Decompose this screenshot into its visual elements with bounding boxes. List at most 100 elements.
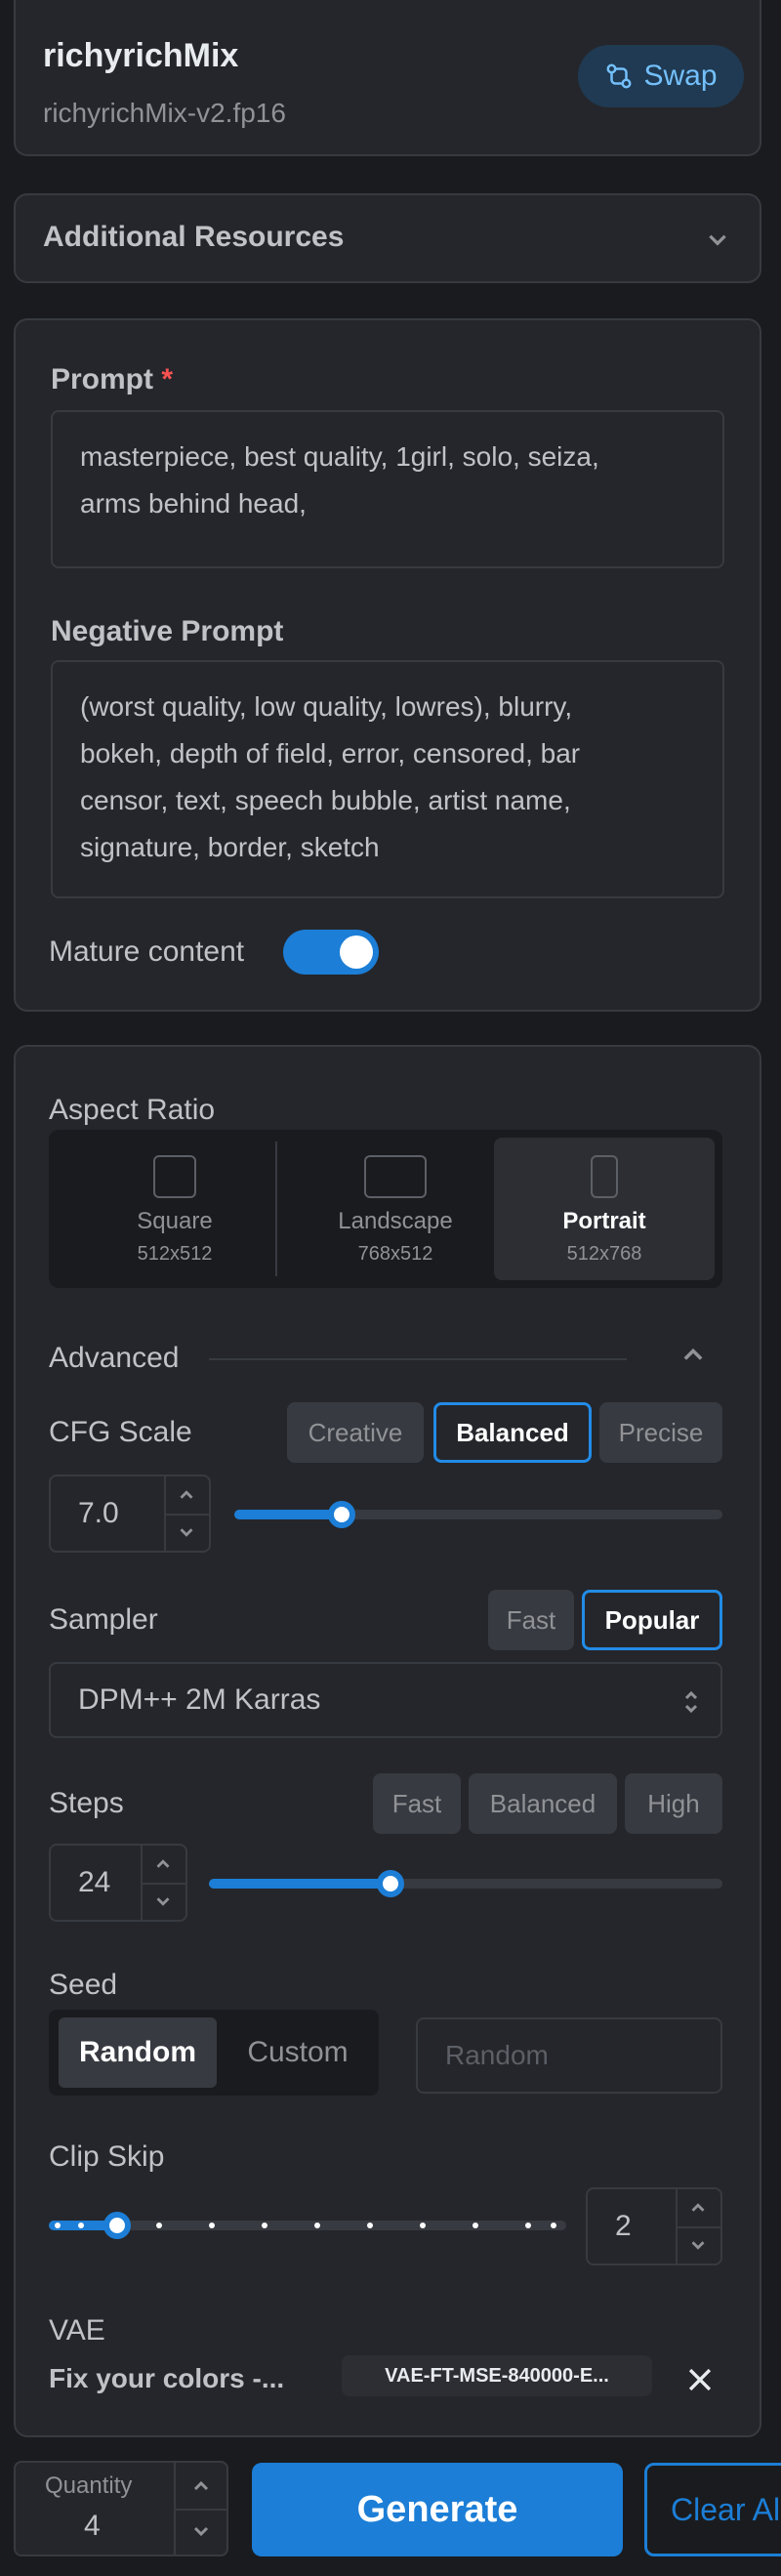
aspect-ratio-size: 512x768 [566,1243,642,1265]
steps-stepper[interactable] [141,1846,185,1920]
slider-mark [367,2223,373,2228]
cfg-preset-balanced[interactable]: Balanced [433,1402,592,1463]
quantity-value: 4 [84,2510,101,2542]
negative-prompt-input[interactable]: (worst quality, low quality, lowres), bl… [51,660,724,898]
slider-mark [156,2223,162,2228]
chevron-up-icon[interactable] [679,1342,707,1369]
slider-mark [209,2223,215,2228]
negative-prompt-line: signature, border, sketch [80,832,380,862]
swap-label: Swap [643,60,718,92]
swap-button[interactable]: Swap [578,45,744,107]
cfg-scale-slider[interactable] [234,1501,722,1528]
sampler-select[interactable]: DPM++ 2M Karras [49,1662,722,1738]
prompt-input[interactable]: masterpiece, best quality, 1girl, solo, … [51,410,724,568]
aspect-ratio-portrait[interactable]: Portrait 512x768 [494,1138,715,1280]
aspect-ratio-size: 768x512 [357,1243,433,1265]
chevron-up-icon[interactable] [189,2474,213,2498]
quantity-stepper[interactable] [174,2463,226,2555]
clear-all-button[interactable]: Clear All [644,2463,781,2556]
steps-preset-fast[interactable]: Fast [373,1773,461,1834]
chevron-up-icon[interactable] [687,2197,709,2219]
slider-thumb[interactable] [103,2212,131,2239]
seed-input[interactable]: Random [416,2017,722,2094]
model-version: richyrichMix-v2.fp16 [43,98,286,128]
clip-skip-stepper[interactable] [676,2189,720,2264]
cfg-stepper[interactable] [164,1476,209,1551]
chevron-up-icon[interactable] [176,1484,197,1506]
steps-slider[interactable] [209,1870,722,1897]
chevron-down-icon [709,234,726,246]
generate-button[interactable]: Generate [252,2463,623,2556]
select-arrows-icon [684,1690,698,1714]
prompt-line: arms behind head, [80,488,307,519]
square-shape-icon [153,1155,196,1198]
additional-resources-accordion[interactable]: Additional Resources [14,193,761,283]
slider-mark [262,2223,267,2228]
vae-badge: VAE-FT-MSE-840000-E... [342,2355,652,2396]
slider-thumb[interactable] [377,1870,404,1897]
aspect-ratio-name: Portrait [562,1208,646,1234]
sampler-preset-fast[interactable]: Fast [488,1590,574,1650]
prompt-card: Prompt * masterpiece, best quality, 1gir… [14,318,761,1012]
cfg-preset-precise[interactable]: Precise [599,1402,722,1463]
aspect-ratio-name: Square [137,1208,213,1234]
clip-skip-value: 2 [615,2210,632,2242]
cfg-preset-creative[interactable]: Creative [287,1402,424,1463]
steps-preset-high[interactable]: High [625,1773,722,1834]
portrait-shape-icon [591,1155,618,1198]
toggle-knob [340,935,373,969]
chevron-down-icon[interactable] [687,2234,709,2256]
negative-prompt-line: bokeh, depth of field, error, censored, … [80,738,581,769]
sampler-preset-popular[interactable]: Popular [582,1590,722,1650]
cfg-scale-input[interactable]: 7.0 [49,1475,211,1553]
slider-thumb[interactable] [328,1501,355,1528]
slider-mark [551,2223,556,2228]
prompt-line: masterpiece, best quality, 1girl, solo, … [80,441,599,472]
chevron-up-icon[interactable] [152,1853,174,1875]
vae-label: VAE [49,2314,105,2347]
quantity-input[interactable]: Quantity 4 [14,2461,228,2556]
aspect-ratio-square[interactable]: Square 512x512 [68,1138,281,1280]
seed-mode-random[interactable]: Random [59,2017,217,2088]
chevron-down-icon[interactable] [152,1890,174,1912]
mature-content-toggle[interactable] [283,930,379,975]
aspect-ratio-landscape[interactable]: Landscape 768x512 [289,1138,502,1280]
clip-skip-label: Clip Skip [49,2140,165,2173]
clip-skip-slider[interactable] [49,2212,566,2239]
sampler-value: DPM++ 2M Karras [78,1683,321,1716]
slider-mark [314,2223,320,2228]
cfg-scale-label: CFG Scale [49,1416,192,1448]
chevron-down-icon[interactable] [189,2519,213,2543]
seed-placeholder: Random [445,2040,549,2070]
sampler-label: Sampler [49,1603,158,1636]
steps-preset-balanced[interactable]: Balanced [469,1773,617,1834]
close-icon[interactable] [683,2363,717,2396]
aspect-ratio-name: Landscape [338,1208,453,1234]
steps-input[interactable]: 24 [49,1844,187,1922]
seed-mode-custom[interactable]: Custom [226,2017,369,2088]
negative-prompt-line: censor, text, speech bubble, artist name… [80,785,571,815]
advanced-divider [209,1358,627,1360]
aspect-ratio-size: 512x512 [137,1243,213,1265]
slider-fill [234,1510,342,1519]
model-card: richyrichMix richyrichMix-v2.fp16 Swap [14,0,761,156]
required-mark: * [161,363,174,395]
prompt-label: Prompt * [51,363,174,395]
steps-value: 24 [78,1866,111,1898]
slider-mark [420,2223,426,2228]
clear-all-clip: Clear All [644,2463,781,2556]
vae-name: Fix your colors -... [49,2363,285,2393]
mature-content-label: Mature content [49,935,245,968]
aspect-ratio-label: Aspect Ratio [49,1094,216,1126]
slider-mark [473,2223,478,2228]
chevron-down-icon[interactable] [176,1521,197,1543]
slider-mark [55,2223,61,2228]
aspect-ratio-selector: Square 512x512 Landscape 768x512 Portrai… [49,1130,722,1288]
landscape-shape-icon [364,1155,427,1198]
clip-skip-input[interactable]: 2 [586,2187,722,2265]
steps-label: Steps [49,1787,124,1819]
slider-fill [209,1879,390,1889]
swap-icon [606,63,632,89]
negative-prompt-line: (worst quality, low quality, lowres), bl… [80,691,573,722]
model-name: richyrichMix [43,37,239,74]
